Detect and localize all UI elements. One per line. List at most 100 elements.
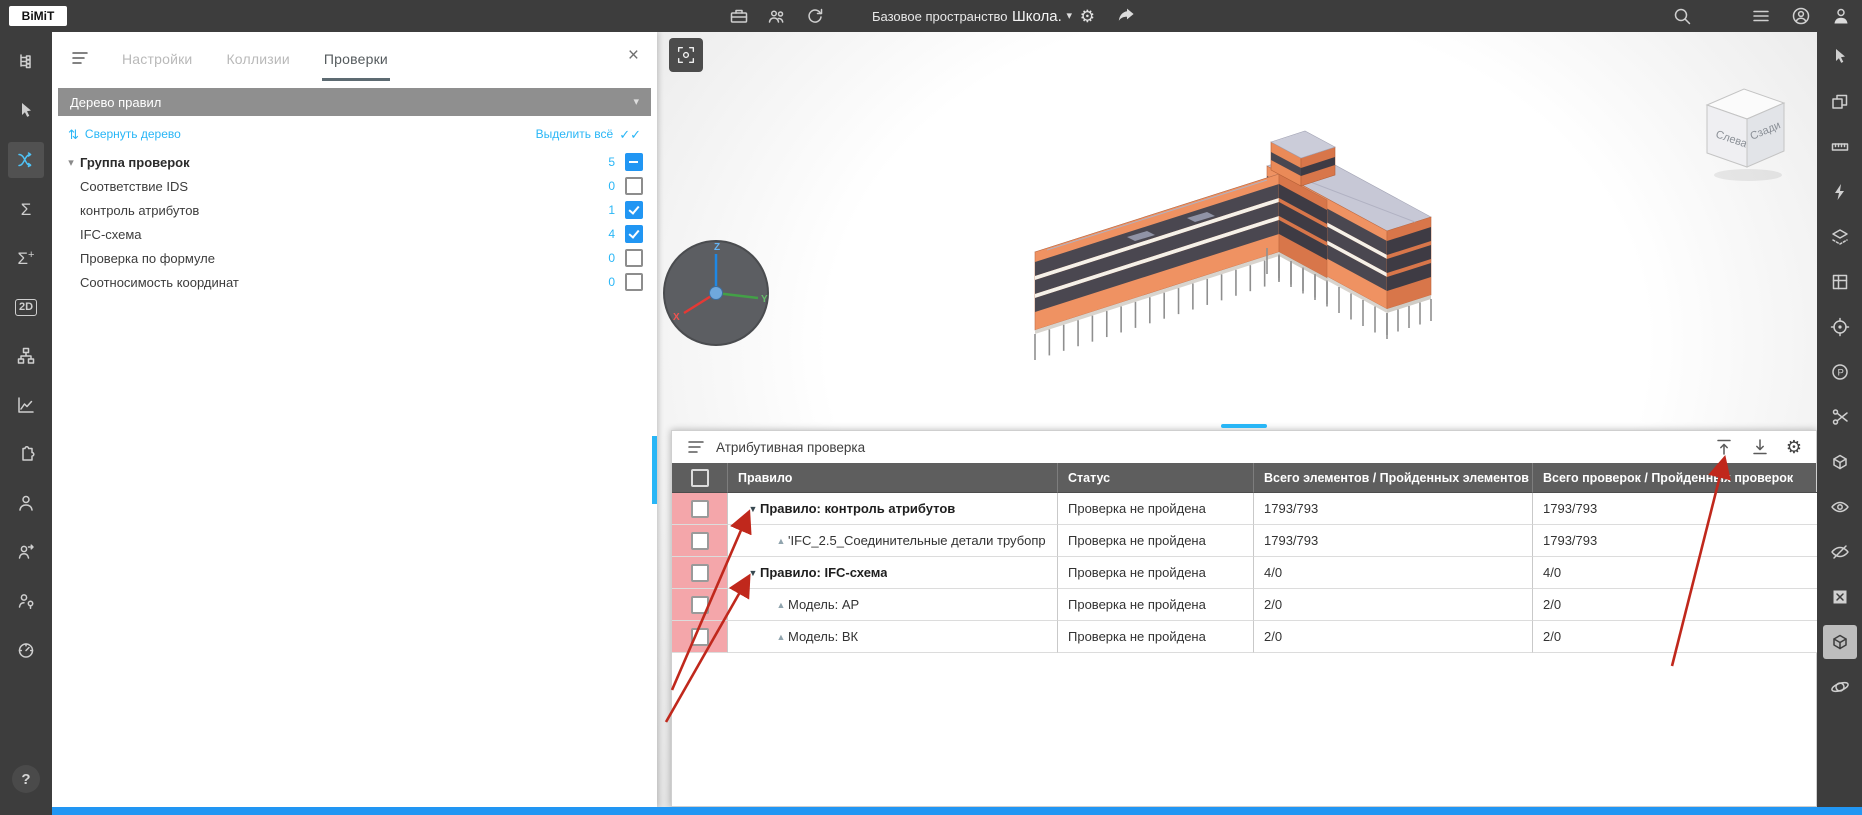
row-checkbox[interactable] [691, 532, 709, 550]
tree-item-checkbox[interactable] [625, 225, 643, 243]
menu-list-icon[interactable] [1748, 3, 1774, 29]
tree-item-coordinates[interactable]: Соотносимость координат 0 [52, 270, 657, 294]
row-leaf-icon[interactable]: ▲ [774, 600, 788, 610]
axis-gizmo[interactable]: Z Y X [659, 236, 773, 350]
toolbox-icon[interactable] [726, 3, 752, 29]
axis-y-label: Y [761, 294, 768, 305]
row-leaf-icon[interactable]: ▲ [774, 536, 788, 546]
expand-rows-icon[interactable] [1750, 437, 1770, 457]
close-icon[interactable]: × [628, 46, 639, 65]
tree-item-checkbox[interactable] [625, 273, 643, 291]
isolate-cube-icon[interactable] [1823, 625, 1857, 659]
tab-settings[interactable]: Настройки [120, 35, 194, 81]
tree-item-ids[interactable]: Соответствие IDS 0 [52, 174, 657, 198]
user-tool-icon[interactable] [8, 485, 44, 521]
rule-label: Модель: ВК [788, 629, 858, 644]
layers-icon[interactable] [1823, 85, 1857, 119]
row-checkbox[interactable] [691, 596, 709, 614]
gauge-icon[interactable] [8, 632, 44, 668]
elements-cell: 2/0 [1254, 589, 1533, 621]
tree-item-group[interactable]: ▾ Группа проверок 5 [52, 150, 657, 174]
section-box-icon[interactable] [1823, 265, 1857, 299]
tree-item-formula[interactable]: Проверка по формуле 0 [52, 246, 657, 270]
clash-tool-icon[interactable] [8, 142, 44, 178]
status-cell: Проверка не пройдена [1058, 621, 1254, 653]
user-location-icon[interactable] [8, 583, 44, 619]
expander-icon[interactable]: ▾ [62, 156, 80, 169]
chart-icon[interactable] [8, 387, 44, 423]
focus-selection-button[interactable] [669, 38, 703, 72]
p-circle-icon[interactable]: P [1823, 355, 1857, 389]
help-button[interactable]: ? [12, 765, 40, 793]
user-share-icon[interactable] [8, 534, 44, 570]
hide-selected-icon[interactable] [1823, 580, 1857, 614]
tree-item-checkbox[interactable] [625, 201, 643, 219]
app-logo[interactable]: BiMiT [9, 6, 67, 26]
model-tree-icon[interactable] [8, 44, 44, 80]
axis-x-label: X [673, 312, 680, 323]
row-expander-icon[interactable]: ▼ [746, 568, 760, 578]
account-circle-icon[interactable] [1788, 3, 1814, 29]
cursor-icon[interactable] [1823, 40, 1857, 74]
workspace-label: Базовое пространство [872, 9, 1008, 24]
sync-icon[interactable] [802, 3, 828, 29]
select-tool-icon[interactable] [8, 93, 44, 129]
tree-item-label: Соотносимость координат [80, 275, 601, 290]
panel-resize-handle[interactable] [1221, 424, 1267, 428]
tree-item-checkbox[interactable] [625, 249, 643, 267]
user-icon[interactable] [1828, 3, 1854, 29]
tree-item-checkbox[interactable] [625, 153, 643, 171]
team-icon[interactable] [764, 3, 790, 29]
elements-cell: 2/0 [1254, 621, 1533, 653]
topbar-tools [726, 0, 828, 32]
tree-item-label: контроль атрибутов [80, 203, 601, 218]
tree-item-ifc-schema[interactable]: IFC-схема 4 [52, 222, 657, 246]
sum-plus-tool-icon[interactable]: Σ+ [8, 240, 44, 276]
rules-tree: ▾ Группа проверок 5 Соответствие IDS 0 к… [52, 150, 657, 294]
clip-scissors-icon[interactable] [1823, 400, 1857, 434]
two-d-mode-icon[interactable]: 2D [8, 289, 44, 325]
share-icon[interactable] [1113, 3, 1139, 29]
plugin-icon[interactable] [8, 436, 44, 472]
center-target-icon[interactable] [1823, 310, 1857, 344]
table-row: ▲ Модель: АР Проверка не пройдена 2/0 2/… [672, 589, 1816, 621]
tab-checks[interactable]: Проверки [322, 35, 390, 81]
orbit-icon[interactable] [1823, 670, 1857, 704]
rules-tree-header[interactable]: Дерево правил ▾ [58, 88, 651, 116]
eye-icon[interactable] [1823, 490, 1857, 524]
rule-label: Модель: АР [788, 597, 859, 612]
search-button[interactable] [1672, 0, 1692, 32]
row-checkbox[interactable] [691, 628, 709, 646]
tree-item-attributes[interactable]: контроль атрибутов 1 [52, 198, 657, 222]
row-checkbox[interactable] [691, 564, 709, 582]
scheme-icon[interactable] [8, 338, 44, 374]
section-plane-icon[interactable] [1823, 220, 1857, 254]
row-expander-icon[interactable]: ▼ [746, 504, 760, 514]
tree-item-count: 0 [601, 179, 615, 193]
results-settings-icon[interactable]: ⚙ [1786, 438, 1802, 456]
project-settings-icon[interactable]: ⚙ [1080, 8, 1095, 25]
panel-menu-icon[interactable] [70, 48, 90, 68]
svg-text:P: P [1837, 368, 1843, 379]
tree-item-checkbox[interactable] [625, 177, 643, 195]
column-status: Статус [1058, 463, 1254, 493]
checks-cell: 4/0 [1533, 557, 1818, 589]
collapse-rows-icon[interactable] [1714, 437, 1734, 457]
left-toolbar: Σ Σ+ 2D ? [0, 32, 52, 815]
status-cell: Проверка не пройдена [1058, 589, 1254, 621]
results-menu-icon[interactable] [686, 437, 706, 457]
panel-scrollbar[interactable] [652, 436, 657, 504]
row-leaf-icon[interactable]: ▲ [774, 632, 788, 642]
lightning-icon[interactable] [1823, 175, 1857, 209]
tab-collisions[interactable]: Коллизии [224, 35, 291, 81]
view-cube[interactable]: Слева Сзади [1692, 77, 1804, 189]
select-all-link[interactable]: Выделить всё ✓✓ [536, 127, 641, 141]
collapse-tree-link[interactable]: ⇅ Свернуть дерево [68, 127, 181, 141]
sum-tool-icon[interactable]: Σ [8, 191, 44, 227]
status-cell: Проверка не пройдена [1058, 493, 1254, 525]
eye-off-icon[interactable] [1823, 535, 1857, 569]
measure-icon[interactable] [1823, 130, 1857, 164]
transform-box-icon[interactable] [1823, 445, 1857, 479]
row-checkbox[interactable] [691, 500, 709, 518]
select-all-checkbox[interactable] [691, 469, 709, 487]
